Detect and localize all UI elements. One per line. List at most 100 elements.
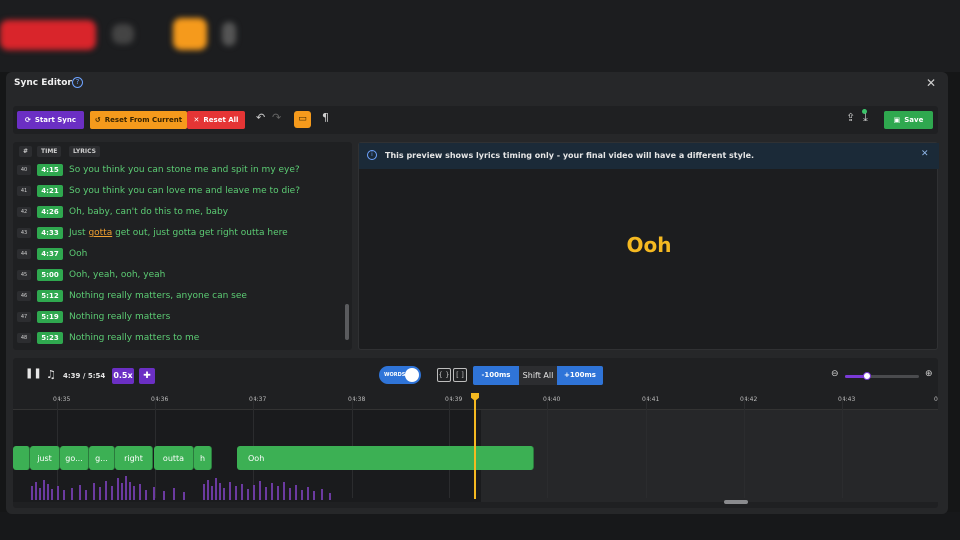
word-block[interactable]: Ooh — [237, 446, 534, 470]
music-note-icon[interactable]: ♫ — [46, 368, 56, 381]
lyric-row[interactable]: 45 5:00 Ooh, yeah, ooh, yeah — [13, 265, 343, 286]
word-block[interactable]: go... — [60, 446, 89, 470]
word-block[interactable]: g... — [89, 446, 115, 470]
tick-label: 04:39 — [445, 396, 463, 403]
blurred-orange-button — [173, 18, 207, 50]
row-lyric[interactable]: Ooh — [69, 249, 87, 259]
row-time[interactable]: 5:23 — [37, 332, 63, 344]
start-sync-button[interactable]: ⟳ Start Sync — [17, 111, 84, 129]
row-time[interactable]: 4:21 — [37, 185, 63, 197]
row-lyric[interactable]: Just gotta get out, just gotta get right… — [69, 228, 288, 238]
audio-waveform — [31, 476, 331, 500]
row-number: 47 — [17, 312, 31, 322]
toolbar: ⟳ Start Sync ↺ Reset From Current ✕ Rese… — [13, 106, 938, 134]
words-toggle[interactable]: WORDS — [379, 366, 421, 384]
reset-from-current-label: Reset From Current — [104, 116, 183, 124]
toggle-knob — [405, 368, 419, 382]
row-lyric[interactable]: So you think you can love me and leave m… — [69, 186, 300, 196]
tick-label: 04:43 — [838, 396, 856, 403]
save-button[interactable]: ▣ Save — [884, 111, 933, 129]
pause-icon[interactable]: ❚❚ — [25, 368, 42, 379]
tick-label: 04:41 — [642, 396, 660, 403]
zoom-slider[interactable] — [845, 372, 919, 380]
reset-all-label: Reset All — [203, 116, 239, 124]
row-time[interactable]: 5:00 — [37, 269, 63, 281]
lyric-row[interactable]: 43 4:33 Just gotta get out, just gotta g… — [13, 223, 343, 244]
playhead[interactable] — [474, 397, 476, 499]
row-number: 46 — [17, 291, 31, 301]
row-time[interactable]: 4:15 — [37, 164, 63, 176]
word-block[interactable]: outta — [154, 446, 194, 470]
waveform-icon[interactable]: ✚ — [139, 368, 155, 384]
blurred-icon — [112, 24, 134, 44]
lyrics-scrollbar[interactable] — [345, 304, 349, 340]
timeline-scrollbar[interactable] — [724, 500, 748, 504]
zoom-in-icon[interactable]: ⊕ — [925, 369, 933, 379]
word-block[interactable]: h — [194, 446, 212, 470]
save-icon: ▣ — [893, 116, 901, 124]
close-icon[interactable]: ✕ — [926, 76, 936, 90]
row-number: 45 — [17, 270, 31, 280]
help-circle-icon[interactable]: ? — [72, 77, 83, 88]
download-icon[interactable]: ⤓ — [863, 111, 868, 125]
grid-line — [547, 398, 548, 498]
shift-minus-button[interactable]: -100ms — [473, 366, 519, 385]
row-lyric[interactable]: Oh, baby, can't do this to me, baby — [69, 207, 228, 217]
row-lyric[interactable]: Nothing really matters to me — [69, 333, 199, 343]
caption-mode-icon[interactable]: ▭ — [294, 111, 311, 128]
zoom-out-icon[interactable]: ⊖ — [831, 369, 839, 379]
lyric-row[interactable]: 40 4:15 So you think you can stone me an… — [13, 160, 343, 181]
shift-plus-button[interactable]: +100ms — [557, 366, 603, 385]
shift-all-label: Shift All — [519, 366, 557, 385]
time-readout: 4:39 / 5:54 — [63, 372, 106, 380]
row-lyric[interactable]: Nothing really matters, anyone can see — [69, 291, 247, 301]
tick-label: 04:40 — [543, 396, 561, 403]
lyrics-list[interactable]: # TIME LYRICS 40 4:15 So you think you c… — [13, 142, 352, 350]
tick-label: 04:42 — [740, 396, 758, 403]
row-time[interactable]: 4:33 — [37, 227, 63, 239]
row-time[interactable]: 5:12 — [37, 290, 63, 302]
redo-icon[interactable]: ↷ — [272, 111, 281, 124]
zoom-slider-knob[interactable] — [863, 372, 872, 380]
word-block[interactable]: right — [115, 446, 153, 470]
upload-icon[interactable]: ⇪ — [846, 111, 855, 124]
modal-title: Sync Editor — [14, 78, 72, 88]
reset-all-button[interactable]: ✕ Reset All — [187, 111, 245, 129]
grid-line — [842, 398, 843, 498]
row-time[interactable]: 4:26 — [37, 206, 63, 218]
lyric-row[interactable]: 48 5:23 Nothing really matters to me — [13, 328, 343, 349]
preview-panel: i This preview shows lyrics timing only … — [358, 142, 939, 350]
row-lyric[interactable]: So you think you can stone me and spit i… — [69, 165, 300, 175]
paragraph-icon[interactable]: ¶ — [322, 111, 329, 124]
unplayed-region — [481, 410, 938, 502]
history-icon: ↺ — [94, 116, 101, 124]
words-toggle-label: WORDS — [384, 372, 406, 378]
info-banner: i This preview shows lyrics timing only … — [359, 143, 939, 169]
highlighted-word[interactable]: gotta — [88, 228, 112, 238]
tick-label: 0 — [934, 396, 938, 403]
lyric-row[interactable]: 42 4:26 Oh, baby, can't do this to me, b… — [13, 202, 343, 223]
reset-from-current-button[interactable]: ↺ Reset From Current — [90, 111, 187, 129]
word-block[interactable] — [13, 446, 30, 470]
word-block[interactable]: just — [30, 446, 60, 470]
x-icon: ✕ — [193, 116, 200, 124]
tick-label: 04:38 — [348, 396, 366, 403]
row-number: 44 — [17, 249, 31, 259]
grid-line — [744, 398, 745, 498]
expand-icon[interactable]: [ ] — [453, 368, 467, 382]
row-time[interactable]: 4:37 — [37, 248, 63, 260]
blurred-icon-2 — [222, 22, 236, 46]
undo-icon[interactable]: ↶ — [256, 111, 265, 124]
lyric-row[interactable]: 41 4:21 So you think you can love me and… — [13, 181, 343, 202]
playback-speed-button[interactable]: 0.5x — [112, 368, 134, 384]
close-icon[interactable]: ✕ — [921, 149, 929, 159]
row-time[interactable]: 5:19 — [37, 311, 63, 323]
row-lyric[interactable]: Nothing really matters — [69, 312, 170, 322]
start-sync-label: Start Sync — [34, 116, 76, 124]
collapse-icon[interactable]: { } — [437, 368, 451, 382]
lyric-row[interactable]: 44 4:37 Ooh — [13, 244, 343, 265]
background-app-bar — [0, 0, 960, 72]
lyric-row[interactable]: 46 5:12 Nothing really matters, anyone c… — [13, 286, 343, 307]
row-lyric[interactable]: Ooh, yeah, ooh, yeah — [69, 270, 165, 280]
lyric-row[interactable]: 47 5:19 Nothing really matters — [13, 307, 343, 328]
